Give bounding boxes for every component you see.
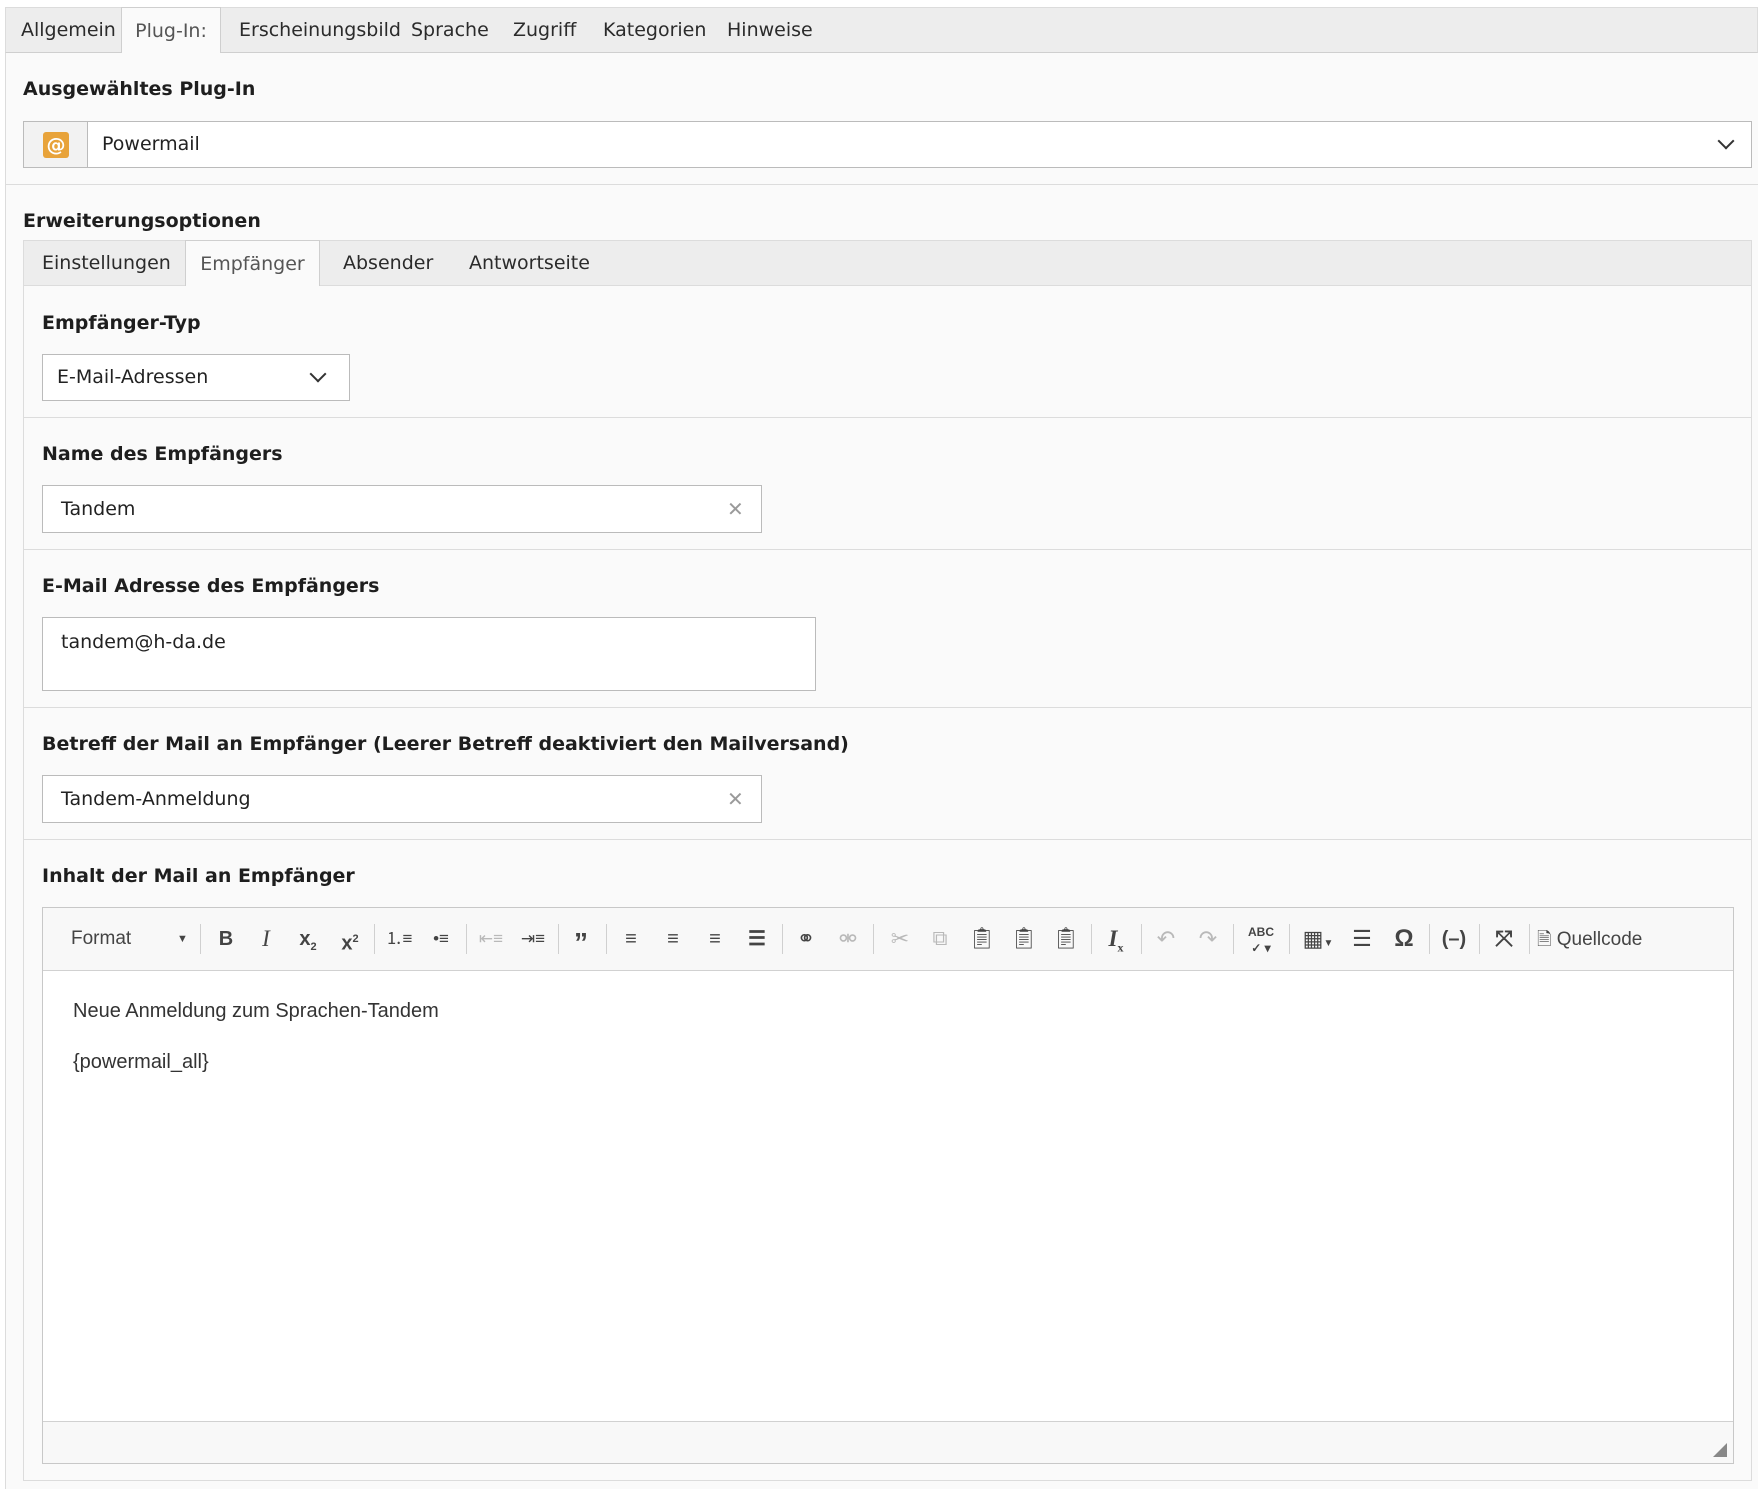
chevron-down-icon bbox=[1717, 132, 1735, 150]
clear-icon[interactable]: ✕ bbox=[727, 776, 744, 822]
paste-text-icon[interactable]: 📋︎ bbox=[1007, 924, 1041, 954]
toolbar-separator bbox=[466, 924, 467, 954]
row-divider bbox=[23, 549, 1752, 550]
toolbar-separator bbox=[606, 924, 607, 954]
numbered-list-icon[interactable]: ⒈≡ bbox=[382, 924, 416, 954]
plugin-select[interactable]: @ Powermail bbox=[23, 121, 1752, 168]
copy-icon[interactable]: ⧉ bbox=[923, 924, 957, 954]
blockquote-icon[interactable]: ” bbox=[564, 924, 598, 958]
source-button-label: Quellcode bbox=[1556, 929, 1643, 950]
clear-icon[interactable]: ✕ bbox=[727, 486, 744, 532]
plugin-section-label: Ausgewähltes Plug-In bbox=[23, 78, 256, 100]
tab-einstellungen[interactable]: Einstellungen bbox=[42, 241, 171, 286]
at-sign-icon: @ bbox=[43, 132, 69, 158]
extension-section-label: Erweiterungsoptionen bbox=[23, 210, 261, 232]
receiver-type-select[interactable]: E-Mail-Adressen bbox=[42, 354, 350, 401]
align-justify-icon[interactable]: ☰ bbox=[740, 924, 774, 954]
align-right-icon[interactable]: ≡ bbox=[698, 924, 732, 954]
toolbar-separator bbox=[1479, 924, 1480, 954]
toolbar-separator bbox=[1091, 924, 1092, 954]
tab-antwortseite[interactable]: Antwortseite bbox=[469, 241, 590, 286]
spellcheck-icon[interactable]: ABC ✓ ▾ bbox=[1241, 924, 1281, 955]
subject-input[interactable]: Tandem-Anmeldung ✕ bbox=[42, 775, 762, 823]
main-tab-bar: Allgemein Plug-In: Erscheinungsbild Spra… bbox=[5, 7, 1758, 54]
special-char-icon[interactable]: Ω bbox=[1387, 924, 1421, 954]
tab-plug-in[interactable]: Plug-In: bbox=[121, 7, 221, 54]
italic-icon[interactable]: I bbox=[251, 924, 281, 954]
align-left-icon[interactable]: ≡ bbox=[614, 924, 648, 954]
receiver-type-label: Empfänger-Typ bbox=[42, 312, 201, 334]
toolbar-separator bbox=[873, 924, 874, 954]
toolbar-separator bbox=[558, 924, 559, 954]
superscript-icon[interactable]: x2 bbox=[333, 924, 367, 955]
format-dropdown[interactable]: Format ▼ bbox=[71, 924, 191, 954]
toolbar-separator bbox=[782, 924, 783, 954]
receiver-name-label: Name des Empfängers bbox=[42, 443, 283, 465]
redo-icon[interactable]: ↷ bbox=[1191, 924, 1225, 954]
subject-label: Betreff der Mail an Empfänger (Leerer Be… bbox=[42, 733, 849, 755]
row-divider bbox=[23, 839, 1752, 840]
toolbar-separator bbox=[1141, 924, 1142, 954]
subject-value: Tandem-Anmeldung bbox=[61, 788, 251, 810]
table-icon[interactable]: ▦▼ bbox=[1297, 924, 1339, 954]
plugin-icon-container: @ bbox=[24, 122, 88, 167]
tab-allgemein[interactable]: Allgemein bbox=[21, 8, 116, 53]
tab-empfaenger[interactable]: Empfänger bbox=[185, 240, 320, 287]
source-code-icon: 🗎︎ bbox=[1537, 929, 1552, 949]
receiver-email-label: E-Mail Adresse des Empfängers bbox=[42, 575, 380, 597]
body-label: Inhalt der Mail an Empfänger bbox=[42, 865, 355, 887]
align-center-icon[interactable]: ≡ bbox=[656, 924, 690, 954]
toolbar-separator bbox=[1429, 924, 1430, 954]
row-divider bbox=[23, 417, 1752, 418]
maximize-icon[interactable]: ⤧ bbox=[1487, 924, 1521, 954]
receiver-name-value: Tandem bbox=[61, 498, 136, 520]
toolbar-separator bbox=[1289, 924, 1290, 954]
receiver-email-value: tandem@h-da.de bbox=[61, 631, 226, 653]
bullet-list-icon[interactable]: •≡ bbox=[424, 924, 458, 954]
caret-down-icon: ▼ bbox=[177, 933, 188, 945]
chevron-down-icon bbox=[309, 365, 327, 383]
rich-text-editor: Format ▼ B I x2 x2 ⒈≡ •≡ ⇤≡ ⇥≡ ” ≡ ≡ ≡ ☰… bbox=[42, 907, 1734, 1464]
subscript-icon[interactable]: x2 bbox=[291, 924, 325, 954]
row-divider bbox=[23, 707, 1752, 708]
soft-hyphen-icon[interactable]: (–) bbox=[1437, 924, 1471, 954]
toolbar-separator bbox=[1233, 924, 1234, 954]
paste-icon[interactable]: 📋︎ bbox=[965, 924, 999, 954]
horizontal-rule-icon[interactable]: ☰ bbox=[1345, 924, 1379, 954]
bold-icon[interactable]: B bbox=[211, 924, 241, 954]
receiver-email-textarea[interactable]: tandem@h-da.de bbox=[42, 617, 816, 691]
tab-erscheinungsbild[interactable]: Erscheinungsbild bbox=[239, 8, 401, 53]
link-icon[interactable]: ⚭ bbox=[789, 924, 823, 954]
extension-tab-bar: Einstellungen Empfänger Absender Antwort… bbox=[23, 240, 1752, 287]
receiver-name-input[interactable]: Tandem ✕ bbox=[42, 485, 762, 533]
tab-kategorien[interactable]: Kategorien bbox=[603, 8, 706, 53]
editor-status-bar bbox=[43, 1421, 1733, 1463]
resize-handle-icon[interactable] bbox=[1713, 1443, 1727, 1457]
plugin-select-value: Powermail bbox=[102, 133, 200, 155]
editor-toolbar: Format ▼ B I x2 x2 ⒈≡ •≡ ⇤≡ ⇥≡ ” ≡ ≡ ≡ ☰… bbox=[43, 908, 1733, 971]
editor-content[interactable]: Neue Anmeldung zum Sprachen-Tandem {powe… bbox=[43, 971, 1733, 1421]
format-dropdown-label: Format bbox=[71, 928, 132, 949]
unlink-icon[interactable]: ⚮ bbox=[831, 924, 865, 954]
undo-icon[interactable]: ↶ bbox=[1149, 924, 1183, 954]
editor-paragraph: Neue Anmeldung zum Sprachen-Tandem bbox=[73, 1000, 439, 1022]
receiver-type-value: E-Mail-Adressen bbox=[57, 366, 209, 388]
indent-icon[interactable]: ⇥≡ bbox=[516, 924, 550, 954]
source-button[interactable]: 🗎︎ Quellcode bbox=[1537, 924, 1657, 954]
remove-format-icon[interactable]: Ix bbox=[1099, 924, 1133, 955]
cut-icon[interactable]: ✂ bbox=[883, 924, 917, 954]
editor-paragraph: {powermail_all} bbox=[73, 1051, 209, 1073]
toolbar-separator bbox=[374, 924, 375, 954]
tab-sprache[interactable]: Sprache bbox=[411, 8, 489, 53]
paste-word-icon[interactable]: 📋︎ bbox=[1049, 924, 1083, 954]
section-divider bbox=[5, 184, 1758, 185]
toolbar-separator bbox=[200, 924, 201, 954]
tab-absender[interactable]: Absender bbox=[343, 241, 433, 286]
toolbar-separator bbox=[1529, 924, 1530, 954]
tab-zugriff[interactable]: Zugriff bbox=[513, 8, 576, 53]
tab-hinweise[interactable]: Hinweise bbox=[727, 8, 813, 53]
outdent-icon[interactable]: ⇤≡ bbox=[474, 924, 508, 954]
